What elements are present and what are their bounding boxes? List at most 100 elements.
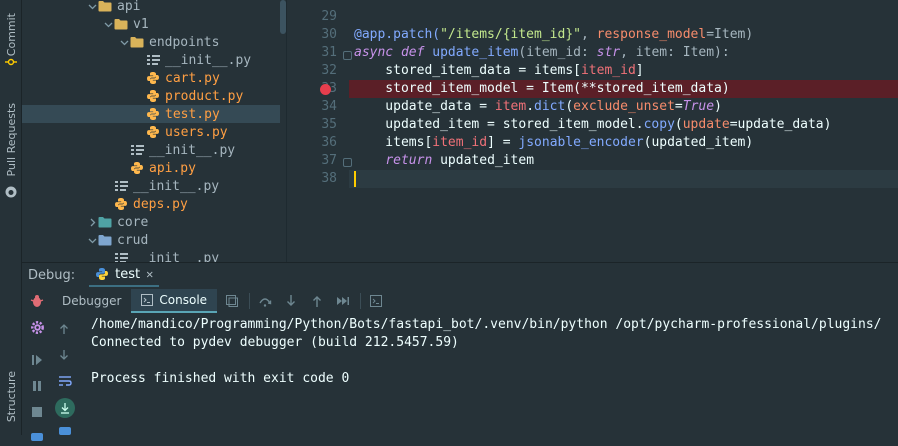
init-file-icon [114, 179, 128, 193]
breakpoint-icon[interactable] [320, 84, 331, 95]
debug-header: Debug: test ✕ [22, 263, 898, 287]
chevron-down-icon[interactable] [118, 33, 130, 51]
code-token: stored_item_model = Item(**stored_item_d… [354, 81, 730, 96]
code-token: ( [674, 117, 683, 132]
tree-file[interactable]: __init__.py [22, 249, 280, 262]
tab-debugger[interactable]: Debugger [52, 289, 131, 313]
code-token: dict [534, 99, 566, 114]
structure-tab[interactable]: Structure [0, 362, 22, 432]
chevron-down-icon[interactable] [86, 231, 98, 249]
chevron-right-icon[interactable] [86, 213, 98, 231]
tree-file[interactable]: api.py [22, 159, 280, 177]
line-number: 29 [321, 9, 337, 24]
settings-gear-icon[interactable] [28, 318, 46, 336]
step-out-icon[interactable] [306, 290, 328, 312]
tree-folder[interactable]: endpoints [22, 33, 280, 51]
code-token: return [385, 153, 433, 168]
code-line[interactable] [349, 170, 898, 188]
code-line[interactable]: @app.patch("/items/{item_id}", response_… [349, 26, 898, 44]
code-token: update_data = [354, 99, 495, 114]
console-output[interactable]: /home/mandico/Programming/Python/Bots/fa… [78, 313, 898, 435]
view-breakpoints-icon[interactable] [28, 428, 46, 446]
tab-console[interactable]: Console [131, 289, 218, 313]
code-token: jsonable_encoder [518, 135, 644, 150]
python-file-icon [146, 125, 160, 139]
init-file-icon [146, 53, 160, 67]
code-token: ) [714, 99, 722, 114]
tree-file[interactable]: deps.py [22, 195, 280, 213]
code-line[interactable] [349, 8, 898, 26]
line-number: 37 [321, 153, 337, 168]
step-over-icon[interactable] [254, 290, 276, 312]
scroll-up-icon[interactable] [58, 323, 70, 339]
init-file-icon [114, 251, 128, 262]
code-line[interactable]: update_data = item.dict(exclude_unset=Tr… [349, 98, 898, 116]
print-icon[interactable] [59, 427, 71, 435]
stop-icon[interactable] [28, 403, 46, 421]
code-token: . [526, 99, 535, 114]
console-icon [141, 294, 154, 306]
code-line[interactable]: updated_item = stored_item_model.copy(up… [349, 116, 898, 134]
folder-icon [98, 215, 112, 229]
close-icon[interactable]: ✕ [146, 267, 153, 281]
tree-file[interactable]: __init__.py [22, 177, 280, 195]
step-into-icon[interactable] [280, 290, 302, 312]
tree-file[interactable]: test.py [22, 105, 280, 123]
resume-icon[interactable] [28, 351, 46, 369]
scroll-down-icon[interactable] [58, 349, 70, 365]
code-line[interactable]: stored_item_data = items[item_id] [349, 62, 898, 80]
debug-run-tab[interactable]: test ✕ [89, 263, 160, 287]
tree-folder[interactable]: v1 [22, 15, 280, 33]
soft-wrap-icon[interactable] [58, 375, 72, 391]
code-token: =update_data) [729, 117, 832, 132]
code-token: ] = [487, 135, 519, 150]
chevron-down-icon[interactable] [102, 15, 114, 33]
code-line[interactable]: stored_item_model = Item(**stored_item_d… [349, 80, 898, 98]
pull-requests-tab[interactable]: Pull Requests [0, 90, 22, 190]
python-file-icon [114, 197, 128, 211]
layout-icon[interactable] [221, 290, 243, 312]
code-token: (item_id: [518, 45, 597, 60]
tree-file[interactable]: product.py [22, 87, 280, 105]
toolbar-separator [360, 293, 362, 309]
console-toolbar [52, 313, 78, 435]
code-token: @app.patch( [354, 27, 441, 42]
fold-marker-icon[interactable] [343, 51, 352, 60]
line-number: 34 [321, 99, 337, 114]
tree-file[interactable]: __init__.py [22, 51, 280, 69]
github-icon [5, 186, 17, 198]
scroll-to-end-icon[interactable] [55, 398, 75, 418]
code-token: ( [565, 99, 574, 114]
fold-marker-icon[interactable] [343, 158, 352, 167]
code-token: "/items/{item_id}" [440, 27, 581, 42]
python-file-icon [146, 89, 160, 103]
bug-icon[interactable] [28, 292, 46, 310]
code-token: items[ [354, 135, 433, 150]
code-token: item_id [580, 63, 636, 78]
tree-file[interactable]: users.py [22, 123, 280, 141]
tree-file[interactable]: cart.py [22, 69, 280, 87]
code-line[interactable]: items[item_id] = jsonable_encoder(update… [349, 134, 898, 152]
tree-folder[interactable]: crud [22, 231, 280, 249]
run-to-cursor-icon[interactable] [332, 290, 354, 312]
toolbar-separator [249, 293, 251, 309]
tree-folder[interactable]: api [22, 0, 280, 15]
evaluate-console-icon[interactable] [365, 290, 387, 312]
pause-icon[interactable] [28, 377, 46, 395]
tree-item-label: api.py [149, 160, 196, 176]
code-line[interactable]: return updated_item [349, 152, 898, 170]
tree-file[interactable]: __init__.py [22, 141, 280, 159]
python-icon [95, 267, 109, 281]
code-line[interactable]: async def update_item(item_id: str, item… [349, 44, 898, 62]
folder-icon [114, 17, 128, 31]
code-token: updated_item [432, 153, 535, 168]
tree-folder[interactable]: core [22, 213, 280, 231]
chevron-down-icon[interactable] [86, 0, 98, 15]
code-token: stored_item_data = items[ [354, 63, 581, 78]
python-file-icon [146, 107, 160, 121]
code-editor[interactable]: 29 30 @app.patch("/items/{item_id}", respo… [287, 0, 898, 262]
